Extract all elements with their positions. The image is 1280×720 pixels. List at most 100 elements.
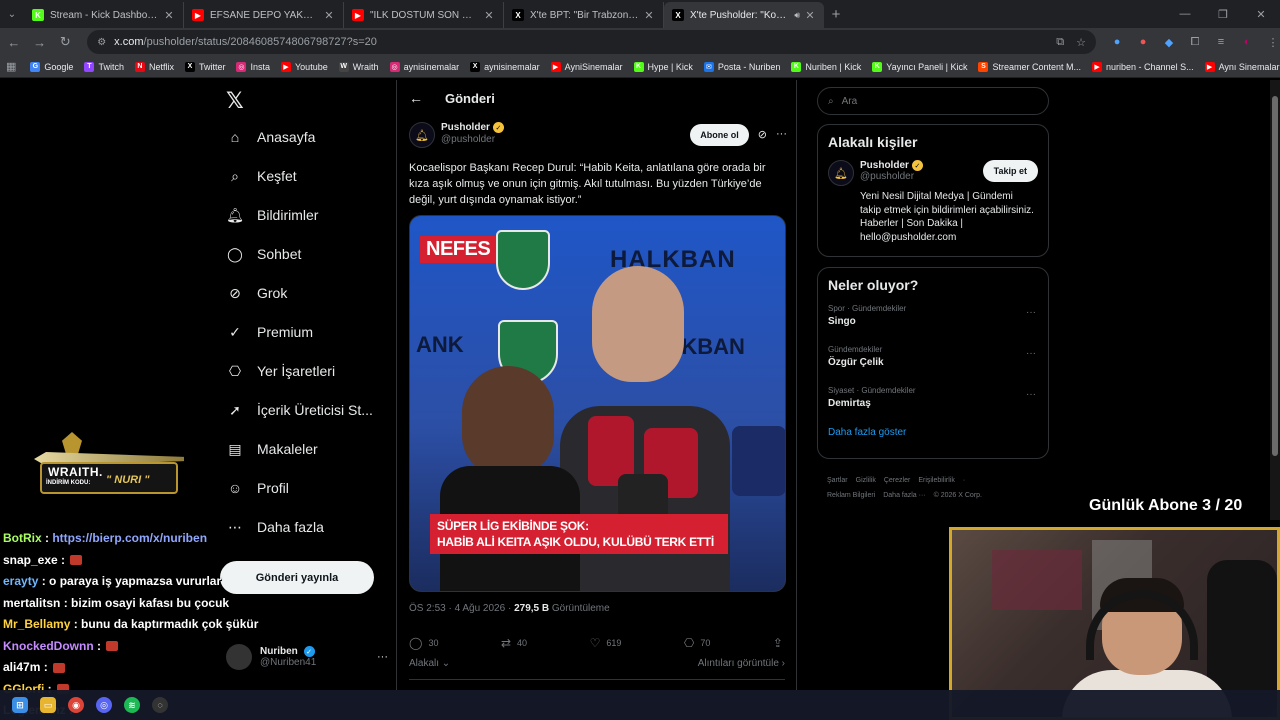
bookmark-item[interactable]: ▶ AyniSinemalar <box>550 61 623 72</box>
trend-more-icon[interactable]: ··· <box>1026 389 1036 400</box>
relevance-dropdown[interactable]: Alakalı ⌄ <box>409 658 450 669</box>
chat-username[interactable]: erayty <box>3 574 38 588</box>
discord-icon[interactable]: ◎ <box>96 697 112 713</box>
tab-close-icon[interactable]: ✕ <box>643 9 655 22</box>
nav-item-search[interactable]: ⌕ Keşfet <box>226 167 297 185</box>
nav-item-article[interactable]: ▤ Makaleler <box>226 440 317 458</box>
legal-link[interactable]: Erişilebilirlik <box>918 477 955 484</box>
legal-link[interactable]: Daha fazla ··· <box>883 492 925 499</box>
browser-tab[interactable]: K Stream - Kick Dashboard ✕ <box>24 2 184 28</box>
bookmark-button[interactable]: ⎔ 70 <box>684 636 711 650</box>
page-scrollbar[interactable] <box>1270 80 1280 520</box>
back-arrow-icon[interactable]: ← <box>409 90 423 106</box>
trend-more-icon[interactable]: ··· <box>1026 348 1036 359</box>
bookmark-item[interactable]: W Wraith <box>338 61 379 72</box>
account-more-icon[interactable]: ··· <box>377 651 388 663</box>
like-button[interactable]: ♡ 619 <box>590 636 622 650</box>
chat-username[interactable]: snap_exe <box>3 553 58 567</box>
address-bar[interactable]: ⚙ x.com/pusholder/status/208460857480679… <box>87 30 1097 54</box>
nav-item-bookmark[interactable]: ⎔ Yer İşaretleri <box>226 362 335 380</box>
browser-tab[interactable]: ▶ "İLK DOSTUM SON DÜŞMANIM ✕ <box>344 2 504 28</box>
bookmark-item[interactable]: ▶Aynı Sinemalar - Ça... <box>1204 61 1280 72</box>
post-image[interactable]: HALKBAN ANK ALKBAN NEFES SÜPER LİG EKİBİ… <box>409 215 786 592</box>
install-app-icon[interactable]: ⧉ <box>1056 36 1064 49</box>
close-window-icon[interactable]: ✕ <box>1242 8 1280 21</box>
scroll-thumb[interactable] <box>1272 96 1278 456</box>
chrome-icon[interactable]: ◉ <box>68 697 84 713</box>
reply-button[interactable]: ◯ 30 <box>409 636 438 650</box>
bookmark-item[interactable]: ◎ aynisinemalar <box>389 61 459 72</box>
legal-link[interactable]: · <box>963 477 965 484</box>
browser-tab[interactable]: X X'te Pusholder: "Kocaelispo 🔊︎ ✕ <box>664 2 824 28</box>
nav-item-bell[interactable]: 🔔︎ Bildirimler <box>226 206 318 224</box>
bookmark-star-icon[interactable]: ☆ <box>1076 36 1086 49</box>
bookmark-item[interactable]: N Netflix <box>134 61 174 72</box>
follow-button[interactable]: Takip et <box>982 160 1038 182</box>
nav-item-chat[interactable]: ◯ Sohbet <box>226 245 301 263</box>
extension-icon[interactable]: ◆ <box>1162 35 1176 49</box>
chat-username[interactable]: ali47m <box>3 660 40 674</box>
bookmark-item[interactable]: K Yayıncı Paneli | Kick <box>872 61 967 72</box>
forward-icon[interactable]: → <box>28 30 52 54</box>
legal-link[interactable]: Reklam Bilgileri <box>827 492 875 499</box>
nav-item-premium[interactable]: ✓ Premium <box>226 323 313 341</box>
trend-item[interactable]: Gündemdekiler Özgür Çelik ··· <box>818 340 1048 381</box>
restore-icon[interactable]: ❐ <box>1204 8 1242 21</box>
new-tab-button[interactable]: + <box>824 2 848 28</box>
author-handle[interactable]: @pusholder <box>441 134 504 145</box>
bookmark-item[interactable]: K Nuriben | Kick <box>791 61 861 72</box>
related-user[interactable]: 🔔︎ Pusholder ✓ @pusholder Takip et <box>818 150 1048 186</box>
legal-link[interactable]: Şartlar <box>827 477 848 484</box>
chat-text[interactable]: https://bierp.com/x/nuriben <box>52 531 207 545</box>
author-avatar[interactable]: 🔔︎ <box>409 122 435 148</box>
spotify-icon[interactable]: ≋ <box>124 697 140 713</box>
tab-close-icon[interactable]: ✕ <box>323 9 335 22</box>
search-input[interactable]: ⌕ Ara <box>817 87 1049 115</box>
apps-grid-icon[interactable]: ▦ <box>6 60 16 73</box>
site-info-icon[interactable]: ⚙ <box>97 37 106 48</box>
chat-username[interactable]: Mr_Bellamy <box>3 617 70 631</box>
bookmark-item[interactable]: G Google <box>30 61 73 72</box>
tab-list-icon[interactable]: ≡ <box>1214 35 1228 49</box>
start-icon[interactable]: ⊞ <box>12 697 28 713</box>
bookmark-item[interactable]: ✉ Posta - Nuriben <box>703 61 780 72</box>
nav-item-home[interactable]: ⌂ Anasayfa <box>226 128 316 146</box>
profile-icon[interactable]: ◐ <box>1240 35 1254 49</box>
tab-close-icon[interactable]: ✕ <box>483 9 495 22</box>
bookmark-item[interactable]: Xaynisinemalar <box>470 61 540 72</box>
legal-link[interactable]: Gizlilik <box>856 477 876 484</box>
tab-audio-icon[interactable]: 🔊︎ <box>794 10 800 21</box>
trend-item[interactable]: Siyaset · Gündemdekiler Demirtaş ··· <box>818 381 1048 422</box>
view-quotes-link[interactable]: Alıntıları görüntüle › <box>698 658 785 669</box>
back-icon[interactable]: ← <box>2 30 26 54</box>
bookmark-item[interactable]: ▶ Youtube <box>281 61 328 72</box>
bookmark-item[interactable]: T Twitch <box>84 61 124 72</box>
subscribe-button[interactable]: Abone ol <box>690 124 749 146</box>
repost-button[interactable]: ⇄ 40 <box>501 636 527 650</box>
chat-username[interactable]: KnockedDownn <box>3 639 94 653</box>
author-name[interactable]: Pusholder ✓ <box>441 122 504 133</box>
chat-username[interactable]: mertalitsn <box>3 596 60 610</box>
tab-close-icon[interactable]: ✕ <box>163 9 175 22</box>
bookmark-item[interactable]: S Streamer Content M... <box>978 61 1081 72</box>
nav-item-profile[interactable]: ☺ Profil <box>226 479 289 497</box>
tab-search-icon[interactable]: ⌄ <box>0 0 24 28</box>
minimize-icon[interactable]: — <box>1166 8 1204 20</box>
legal-link[interactable]: © 2026 X Corp. <box>934 492 982 499</box>
nav-item-grok[interactable]: ⊘ Grok <box>226 284 287 302</box>
post-more-icon[interactable]: ··· <box>776 128 787 148</box>
grok-explain-icon[interactable]: ⊘ <box>758 128 767 148</box>
bookmark-item[interactable]: ▶ nuriben - Channel S... <box>1092 61 1194 72</box>
chat-username[interactable]: BotRix <box>3 531 42 545</box>
x-logo-icon[interactable]: 𝕏 <box>226 88 244 114</box>
extension-icon[interactable]: ● <box>1110 35 1124 49</box>
menu-kebab-icon[interactable]: ⋮ <box>1266 35 1280 49</box>
show-more-link[interactable]: Daha fazla göster <box>818 422 1048 438</box>
legal-link[interactable]: Çerezler <box>884 477 910 484</box>
share-button[interactable]: ⇪ <box>773 636 783 650</box>
browser-tab[interactable]: X X'te BPT: "Bir Trabzonspor taraf ✕ <box>504 2 664 28</box>
tab-close-icon[interactable]: ✕ <box>804 9 816 22</box>
reload-icon[interactable]: ↻ <box>53 30 77 54</box>
nav-item-rocket[interactable]: ➚ İçerik Üreticisi St... <box>226 401 373 419</box>
trend-more-icon[interactable]: ··· <box>1026 307 1036 318</box>
